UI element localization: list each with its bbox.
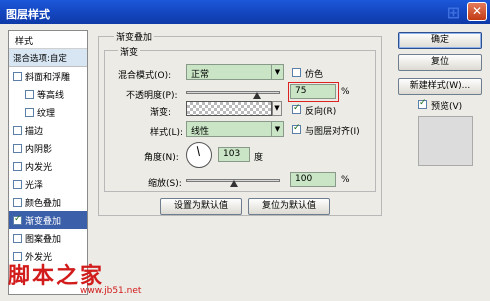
style-item[interactable]: 纹理 xyxy=(9,103,87,121)
style-item-checkbox[interactable] xyxy=(13,126,22,135)
chevron-down-icon: ▼ xyxy=(271,65,283,79)
style-item[interactable]: 图案叠加 xyxy=(9,229,87,247)
scale-input[interactable]: 100 xyxy=(290,172,336,187)
gradient-swatch[interactable] xyxy=(186,101,272,116)
gradient-dropdown-icon[interactable]: ▼ xyxy=(272,101,282,116)
reset-default-button[interactable]: 复位为默认值 xyxy=(248,198,330,215)
style-item-label: 渐变叠加 xyxy=(25,217,62,227)
opacity-label: 不透明度(P): xyxy=(126,91,178,101)
style-item-label: 等高线 xyxy=(37,91,65,101)
style-select[interactable]: 线性 ▼ xyxy=(186,121,284,137)
reset-button[interactable]: 复位 xyxy=(398,54,482,71)
styles-header[interactable]: 样式 xyxy=(9,31,87,49)
style-preview xyxy=(418,116,473,166)
style-item-checkbox[interactable] xyxy=(13,144,22,153)
watermark-url: www.jb51.net xyxy=(80,286,142,296)
window-title: 图层样式 xyxy=(6,8,50,21)
scale-slider[interactable] xyxy=(186,179,280,187)
styles-list: 样式 混合选项:自定 斜面和浮雕等高线纹理描边内阴影内发光光泽颜色叠加渐变叠加图… xyxy=(8,30,88,295)
preview-label: 预览(V) xyxy=(431,102,463,112)
angle-label: 角度(N): xyxy=(144,153,179,163)
angle-input[interactable]: 103 xyxy=(218,147,250,162)
set-default-button[interactable]: 设置为默认值 xyxy=(160,198,242,215)
style-item-checkbox[interactable] xyxy=(25,108,34,117)
gradient-overlay-title: 渐变叠加 xyxy=(114,30,155,43)
style-item[interactable]: 颜色叠加 xyxy=(9,193,87,211)
style-item-checkbox[interactable] xyxy=(13,72,22,81)
style-item-label: 斜面和浮雕 xyxy=(25,73,71,83)
reverse-label: 反向(R) xyxy=(305,107,337,117)
blend-mode-label: 混合模式(O): xyxy=(118,71,172,81)
style-label: 样式(L): xyxy=(150,128,184,138)
style-item-label: 内阴影 xyxy=(25,145,53,155)
title-bar: 图层样式 ⊞ ✕ xyxy=(0,0,490,24)
style-item-checkbox[interactable] xyxy=(13,162,22,171)
style-item-checkbox[interactable] xyxy=(13,214,22,225)
opacity-slider[interactable] xyxy=(186,91,280,99)
style-item-label: 颜色叠加 xyxy=(25,199,62,209)
blend-options-item[interactable]: 混合选项:自定 xyxy=(9,49,87,67)
scale-label: 缩放(S): xyxy=(148,179,182,189)
opacity-highlight xyxy=(288,82,339,102)
style-item[interactable]: 光泽 xyxy=(9,175,87,193)
style-item[interactable]: 斜面和浮雕 xyxy=(9,67,87,85)
style-item-label: 描边 xyxy=(25,127,44,137)
angle-unit: 度 xyxy=(254,153,264,163)
style-item-label: 图案叠加 xyxy=(25,235,62,245)
dither-checkbox[interactable] xyxy=(292,68,301,77)
preview-checkbox[interactable] xyxy=(418,98,427,109)
align-checkbox[interactable] xyxy=(292,123,301,134)
chevron-down-icon: ▼ xyxy=(271,122,283,136)
style-item[interactable]: 等高线 xyxy=(9,85,87,103)
align-label: 与图层对齐(I) xyxy=(305,127,360,137)
scale-slider-thumb[interactable] xyxy=(230,180,238,187)
close-button[interactable]: ✕ xyxy=(467,2,487,21)
style-item-label: 纹理 xyxy=(37,109,56,119)
layer-style-dialog: 图层样式 ⊞ ✕ 样式 混合选项:自定 斜面和浮雕等高线纹理描边内阴影内发光光泽… xyxy=(0,0,490,301)
blend-mode-value: 正常 xyxy=(191,70,210,80)
angle-dial-needle xyxy=(196,146,200,157)
style-item[interactable]: 描边 xyxy=(9,121,87,139)
style-item-checkbox[interactable] xyxy=(13,198,22,207)
gradient-label: 渐变: xyxy=(150,108,172,118)
gradient-inner-title: 渐变 xyxy=(118,45,141,58)
style-item[interactable]: 内发光 xyxy=(9,157,87,175)
style-item-checkbox[interactable] xyxy=(13,180,22,189)
opacity-slider-thumb[interactable] xyxy=(253,92,261,99)
reverse-checkbox[interactable] xyxy=(292,103,301,114)
style-item-label: 光泽 xyxy=(25,181,44,191)
style-item-label: 内发光 xyxy=(25,163,53,173)
angle-dial[interactable] xyxy=(186,142,212,168)
scale-unit: % xyxy=(341,175,350,185)
style-item-checkbox[interactable] xyxy=(25,90,34,99)
windows-logo-icon: ⊞ xyxy=(446,3,460,22)
style-item[interactable]: 内阴影 xyxy=(9,139,87,157)
style-value: 线性 xyxy=(191,127,210,137)
ok-button[interactable]: 确定 xyxy=(398,32,482,49)
blend-mode-select[interactable]: 正常 ▼ xyxy=(186,64,284,80)
opacity-unit: % xyxy=(341,87,350,97)
style-item[interactable]: 渐变叠加 xyxy=(9,211,87,229)
style-item-checkbox[interactable] xyxy=(13,234,22,243)
new-style-button[interactable]: 新建样式(W)... xyxy=(398,78,482,95)
dither-label: 仿色 xyxy=(305,70,324,80)
